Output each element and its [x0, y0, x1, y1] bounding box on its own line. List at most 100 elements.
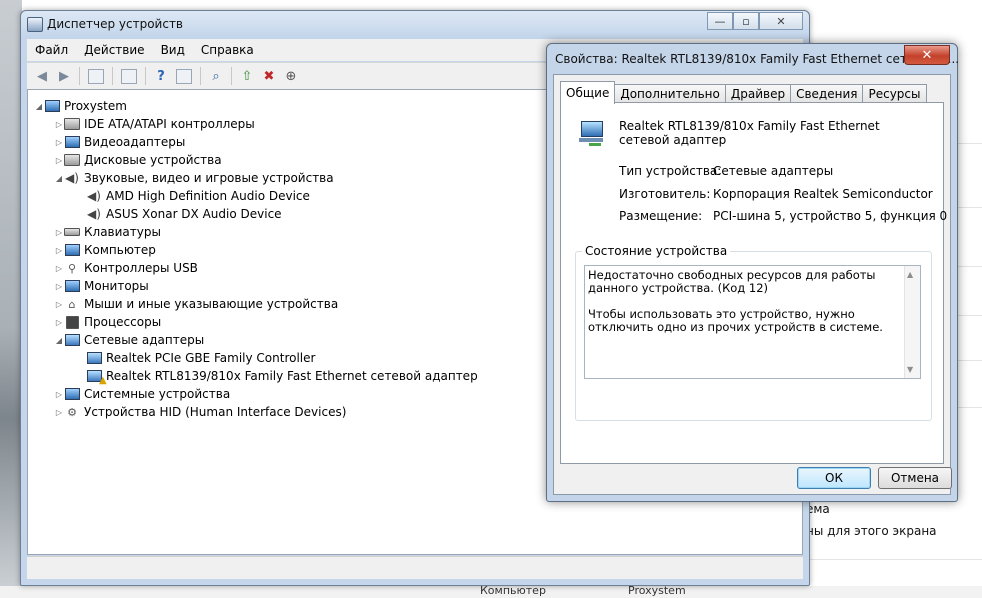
tree-item-label: Мыши и иные указывающие устройства: [84, 297, 339, 311]
tree-item-label: Звуковые, видео и игровые устройства: [84, 171, 334, 185]
title-bar[interactable]: Диспетчер устройств — ▫ ✕: [21, 11, 809, 39]
manufacturer-value: Корпорация Realtek Semiconductor: [713, 187, 933, 201]
tab-driver[interactable]: Драйвер: [724, 84, 792, 103]
tab-strip: Общие Дополнительно Драйвер Сведения Рес…: [560, 81, 927, 104]
collapse-icon[interactable]: ◢: [54, 336, 64, 345]
device-status-group: Состояние устройства Недостаточно свобод…: [575, 244, 932, 421]
usb-icon: ⚲: [67, 261, 77, 275]
dialog-close-button[interactable]: ✕: [904, 45, 950, 65]
tree-item-display-adapters[interactable]: ▷ Видеоадаптеры: [54, 133, 185, 151]
desktop-background-left: [0, 0, 22, 598]
maximize-button[interactable]: ▫: [733, 12, 759, 30]
menu-view[interactable]: Вид: [153, 43, 193, 57]
expand-icon[interactable]: ▷: [54, 390, 64, 399]
scroll-down-icon[interactable]: ▼: [907, 363, 913, 376]
tab-advanced[interactable]: Дополнительно: [614, 84, 726, 103]
disable-icon[interactable]: ✖: [260, 68, 278, 84]
forward-icon[interactable]: ▶: [55, 68, 73, 84]
tree-item-amd-audio[interactable]: ◀) AMD High Definition Audio Device: [86, 187, 310, 205]
tree-item-realtek-pcie[interactable]: Realtek PCIe GBE Family Controller: [86, 349, 315, 367]
display-adapter-icon: [64, 135, 80, 149]
collapse-icon[interactable]: ◢: [34, 102, 44, 111]
close-button[interactable]: ✕: [759, 12, 803, 30]
keyboard-icon: [64, 225, 80, 239]
sound-icon: ◀): [65, 171, 79, 185]
menu-action[interactable]: Действие: [76, 43, 152, 57]
device-type-value: Сетевые адаптеры: [713, 164, 834, 178]
tree-item-mice[interactable]: ▷ ⌂ Мыши и иные указывающие устройства: [54, 295, 338, 313]
properties-icon[interactable]: [121, 68, 137, 84]
expand-icon[interactable]: ▷: [54, 156, 64, 165]
tree-item-label: Видеоадаптеры: [84, 135, 186, 149]
hid-icon: ⚙: [67, 405, 77, 419]
tree-item-keyboards[interactable]: ▷ Клавиатуры: [54, 223, 161, 241]
tree-item-sound[interactable]: ◢ ◀) Звуковые, видео и игровые устройств…: [54, 169, 334, 187]
tree-item-label: Устройства HID (Human Interface Devices): [84, 405, 347, 419]
expand-icon[interactable]: ▷: [54, 228, 64, 237]
tree-item-label: Клавиатуры: [84, 225, 161, 239]
tree-item-ide[interactable]: ▷ IDE ATA/ATAPI контроллеры: [54, 115, 255, 133]
status-scrollbar[interactable]: ▲ ▼: [904, 266, 920, 378]
status-line-2: Чтобы использовать это устройство, нужно…: [588, 307, 883, 334]
device-status-textbox[interactable]: Недостаточно свободных ресурсов для рабо…: [584, 265, 921, 379]
speaker-icon: ◀): [87, 207, 101, 221]
tree-item-disk-drives[interactable]: ▷ Дисковые устройства: [54, 151, 222, 169]
expand-icon[interactable]: ▷: [54, 246, 64, 255]
expand-icon[interactable]: ▷: [54, 264, 64, 273]
device-manager-icon: [27, 17, 43, 32]
menu-file[interactable]: Файл: [27, 43, 76, 57]
scroll-up-icon[interactable]: ▲: [907, 268, 913, 281]
menu-help[interactable]: Справка: [193, 43, 262, 57]
expand-icon[interactable]: ▷: [54, 318, 64, 327]
location-value: PCI-шина 5, устройство 5, функция 0: [713, 209, 948, 223]
expand-icon[interactable]: ▷: [54, 282, 64, 291]
tree-item-label: Realtek RTL8139/810x Family Fast Etherne…: [106, 369, 478, 383]
update-driver-icon[interactable]: ⇧: [238, 68, 256, 84]
tab-general[interactable]: Общие: [560, 81, 616, 104]
device-status-label: Состояние устройства: [582, 244, 731, 258]
background-text-2: ны для этого экрана: [806, 524, 937, 538]
scan-hardware-icon[interactable]: ⌕: [207, 68, 225, 84]
uninstall-icon[interactable]: ⊕: [282, 68, 300, 84]
tree-item-processors[interactable]: ▷ Процессоры: [54, 313, 161, 331]
tree-item-monitors[interactable]: ▷ Мониторы: [54, 277, 149, 295]
tree-item-usb[interactable]: ▷ ⚲ Контроллеры USB: [54, 259, 198, 277]
tree-item-xonar-audio[interactable]: ◀) ASUS Xonar DX Audio Device: [86, 205, 282, 223]
status-bar: [27, 556, 803, 579]
tree-item-network[interactable]: ◢ Сетевые адаптеры: [54, 331, 204, 349]
disk-icon: [64, 153, 80, 167]
system-icon: [64, 387, 80, 401]
expand-icon[interactable]: ▷: [54, 300, 64, 309]
view-icon[interactable]: [88, 68, 104, 84]
minimize-button[interactable]: —: [707, 12, 733, 30]
tab-details[interactable]: Сведения: [790, 84, 864, 103]
speaker-icon: ◀): [87, 189, 101, 203]
tree-item-computer[interactable]: ▷ Компьютер: [54, 241, 156, 259]
network-adapter-icon: [86, 351, 102, 365]
properties-dialog: Свойства: Realtek RTL8139/810x Family Fa…: [546, 43, 959, 502]
ide-icon: [64, 117, 80, 131]
computer-icon: [44, 99, 60, 113]
tree-item-label: Дисковые устройства: [84, 153, 222, 167]
tree-item-hid[interactable]: ▷ ⚙ Устройства HID (Human Interface Devi…: [54, 403, 346, 421]
status-line-1: Недостаточно свободных ресурсов для рабо…: [588, 268, 876, 295]
expand-icon[interactable]: ▷: [54, 120, 64, 129]
mouse-icon: ⌂: [68, 297, 76, 311]
tree-root[interactable]: ◢ Proxystem: [34, 97, 127, 115]
back-icon[interactable]: ◀: [33, 68, 51, 84]
collapse-icon[interactable]: ◢: [54, 174, 64, 183]
help-icon[interactable]: ?: [152, 68, 170, 84]
tree-item-system[interactable]: ▷ Системные устройства: [54, 385, 230, 403]
cpu-icon: [64, 315, 80, 329]
general-tab-panel: Realtek RTL8139/810x Family Fast Etherne…: [560, 102, 948, 464]
tree-root-label: Proxystem: [64, 99, 127, 113]
tab-resources[interactable]: Ресурсы: [862, 84, 927, 103]
tree-item-label: Realtek PCIe GBE Family Controller: [106, 351, 316, 365]
ok-button[interactable]: ОК: [797, 467, 871, 489]
update-list-icon[interactable]: [176, 68, 192, 84]
expand-icon[interactable]: ▷: [54, 408, 64, 417]
cancel-button[interactable]: Отмена: [878, 467, 952, 489]
expand-icon[interactable]: ▷: [54, 138, 64, 147]
window-title: Диспетчер устройств: [47, 17, 184, 31]
tree-item-realtek-8139[interactable]: ▲ Realtek RTL8139/810x Family Fast Ether…: [86, 367, 478, 386]
